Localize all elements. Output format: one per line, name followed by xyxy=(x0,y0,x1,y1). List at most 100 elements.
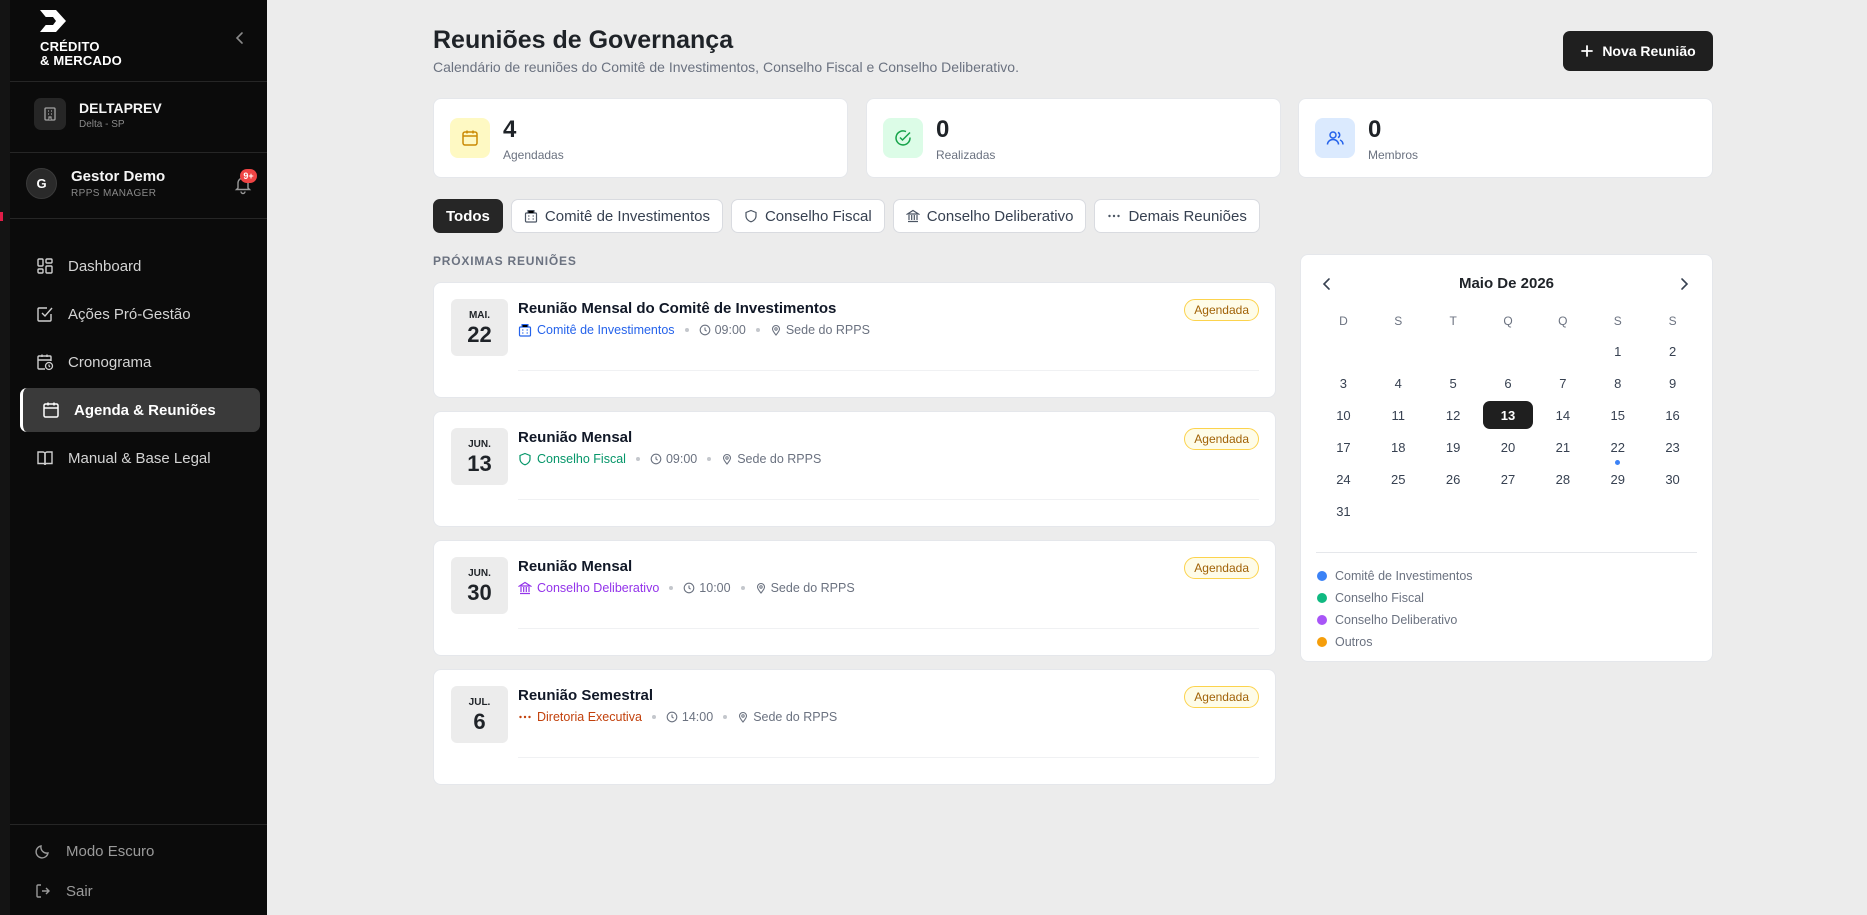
sidebar-footer xyxy=(10,824,267,825)
plus-icon xyxy=(1581,45,1594,57)
calendar-day-number: 24 xyxy=(1336,471,1351,487)
book-icon xyxy=(36,449,54,467)
calendar-day[interactable]: 27 xyxy=(1481,463,1536,495)
collapse-sidebar-button[interactable] xyxy=(230,28,250,48)
meeting-card[interactable]: JUN. 13 Reunião Mensal Conselho Fiscal 0… xyxy=(433,411,1276,527)
map-pin-icon xyxy=(771,324,780,336)
calendar-day[interactable]: 20 xyxy=(1481,431,1536,463)
time-label: 09:00 xyxy=(714,323,746,337)
calendar-day[interactable]: 5 xyxy=(1426,367,1481,399)
org-location: Delta - SP xyxy=(79,119,125,130)
sidebar-item-acoes[interactable]: Ações Pró-Gestão xyxy=(20,292,260,336)
calendar-empty-cell xyxy=(1535,335,1590,367)
meeting-card[interactable]: JUL. 6 Reunião Semestral Diretoria Execu… xyxy=(433,669,1276,785)
brand-logo[interactable]: CRÉDITO & MERCADO xyxy=(30,8,230,74)
meeting-title: Reunião Mensal do Comitê de Investimento… xyxy=(518,300,837,317)
calendar-day-number: 1 xyxy=(1614,343,1622,359)
calendar-day[interactable]: 22 xyxy=(1590,431,1645,465)
calendar-day-number: 27 xyxy=(1500,471,1516,487)
calendar-day[interactable]: 1 xyxy=(1590,335,1645,367)
sidebar-item-agenda[interactable]: Agenda & Reuniões xyxy=(20,388,260,432)
divider xyxy=(518,370,1259,371)
calendar-day-number: 8 xyxy=(1614,375,1622,391)
calendar-day[interactable]: 28 xyxy=(1535,463,1590,495)
chevron-right-icon xyxy=(1681,278,1689,290)
calendar-day[interactable]: 18 xyxy=(1371,431,1426,463)
sidebar-item-dashboard[interactable]: Dashboard xyxy=(20,244,260,288)
separator-dot xyxy=(755,328,760,332)
calendar-day[interactable]: 14 xyxy=(1535,399,1590,431)
map-pin-icon xyxy=(723,453,732,465)
calendar-day[interactable]: 16 xyxy=(1645,399,1700,431)
tab-demais-reunioes[interactable]: Demais Reuniões xyxy=(1094,199,1260,233)
category-label: Comitê de Investimentos xyxy=(537,323,675,337)
calendar-day[interactable]: 17 xyxy=(1316,431,1371,463)
tab-conselho-deliberativo[interactable]: Conselho Deliberativo xyxy=(892,199,1087,233)
calendar-day-number: 21 xyxy=(1555,439,1571,455)
calendar-day[interactable]: 26 xyxy=(1426,463,1481,495)
new-meeting-button[interactable]: Nova Reunião xyxy=(1563,31,1713,71)
separator-dot xyxy=(707,457,712,461)
date-month: MAI. xyxy=(468,310,491,321)
calendar-day[interactable]: 25 xyxy=(1371,463,1426,495)
check-square-icon xyxy=(36,305,54,323)
users-icon xyxy=(1315,118,1355,158)
calendar-day[interactable]: 30 xyxy=(1645,463,1700,495)
calendar-day[interactable]: 10 xyxy=(1316,399,1371,431)
legend-label: Conselho Fiscal xyxy=(1335,591,1424,605)
meeting-card[interactable]: MAI. 22 Reunião Mensal do Comitê de Inve… xyxy=(433,282,1276,398)
calendar-day-number: 7 xyxy=(1559,375,1567,391)
calendar-day-number: 10 xyxy=(1336,407,1351,423)
calendar-day[interactable]: 2 xyxy=(1645,335,1700,367)
calendar-grid: D S T Q Q S S 1 2 3 4 5 6 7 8 9 10 11 12 13 14 15 16 17 18 19 20 21… xyxy=(1316,307,1700,527)
avatar: G xyxy=(26,168,57,199)
dark-mode-toggle[interactable]: Modo Escuro xyxy=(34,842,154,860)
calendar-day[interactable]: 7 xyxy=(1535,367,1590,399)
stat-label: Membros xyxy=(1368,148,1419,162)
calendar-day-number: 13 xyxy=(1482,401,1533,429)
logout-button[interactable]: Sair xyxy=(34,882,93,900)
calendar-day[interactable]: 19 xyxy=(1426,431,1481,463)
calendar-day[interactable]: 29 xyxy=(1590,463,1645,495)
stat-card-scheduled: 4 Agendadas xyxy=(433,98,848,178)
legend-dot xyxy=(1317,615,1327,625)
calendar-day-today[interactable]: 13 xyxy=(1481,399,1536,431)
brand-line-2: & MERCADO xyxy=(40,53,122,68)
filter-tabs: Todos Comitê de Investimentos Conselho F… xyxy=(433,199,1260,233)
calendar-day-number: 2 xyxy=(1668,343,1677,359)
tab-todos[interactable]: Todos xyxy=(433,199,503,233)
meeting-category: Conselho Fiscal xyxy=(518,452,626,466)
calendar-day[interactable]: 15 xyxy=(1590,399,1645,431)
user-profile[interactable]: G Gestor Demo RPPS MANAGER 9+ xyxy=(26,165,257,205)
calendar-day[interactable]: 31 xyxy=(1316,495,1371,527)
legend-item: Outros xyxy=(1317,631,1473,653)
shield-icon xyxy=(744,209,758,223)
org-selector[interactable]: DELTAPREV Delta - SP xyxy=(34,96,254,136)
calendar-day-number: 30 xyxy=(1665,471,1680,487)
separator-dot xyxy=(740,586,745,590)
calendar-day[interactable]: 21 xyxy=(1535,431,1590,463)
sidebar-item-manual[interactable]: Manual & Base Legal xyxy=(20,436,260,480)
brand-name: CRÉDITO & MERCADO xyxy=(40,40,122,68)
calendar-day[interactable]: 23 xyxy=(1645,431,1700,463)
meeting-category: Diretoria Executiva xyxy=(518,710,642,724)
calendar-day[interactable]: 11 xyxy=(1371,399,1426,431)
sidebar-item-cronograma[interactable]: Cronograma xyxy=(20,340,260,384)
date-box: JUL. 6 xyxy=(451,686,508,743)
tab-conselho-fiscal[interactable]: Conselho Fiscal xyxy=(730,199,885,233)
calendar-day[interactable]: 6 xyxy=(1481,367,1536,399)
calendar-day[interactable]: 12 xyxy=(1426,399,1481,431)
tab-comite-investimentos[interactable]: Comitê de Investimentos xyxy=(510,199,723,233)
calendar-day[interactable]: 9 xyxy=(1645,367,1700,399)
calendar-day[interactable]: 24 xyxy=(1316,463,1371,495)
date-day: 22 xyxy=(467,322,492,347)
date-day: 30 xyxy=(467,580,492,605)
meeting-card[interactable]: JUN. 30 Reunião Mensal Conselho Delibera… xyxy=(433,540,1276,656)
meeting-meta: Conselho Deliberativo 10:00 Sede do RPPS xyxy=(518,581,855,595)
calendar-day[interactable]: 3 xyxy=(1316,367,1371,399)
next-month-button[interactable] xyxy=(1673,273,1695,295)
legend-label: Conselho Deliberativo xyxy=(1335,613,1458,627)
new-meeting-label: Nova Reunião xyxy=(1602,43,1696,59)
calendar-day[interactable]: 4 xyxy=(1371,367,1426,399)
calendar-day[interactable]: 8 xyxy=(1590,367,1645,399)
